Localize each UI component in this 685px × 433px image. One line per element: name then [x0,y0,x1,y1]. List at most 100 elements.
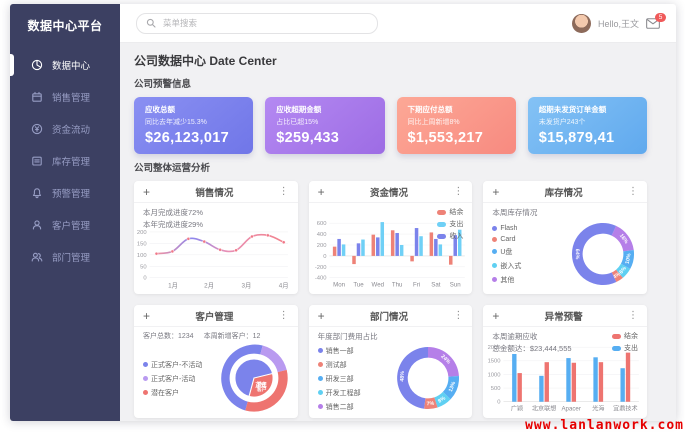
add-icon[interactable]: + [318,310,325,322]
add-icon[interactable]: + [492,186,499,198]
main-area: Hello,王文 5 公司数据中心 Date Center 公司预警信息 应收总… [120,4,676,421]
svg-text:3月: 3月 [241,281,251,289]
more-options-icon[interactable]: ⋮ [628,187,638,197]
legend-label: 正式客户-不活动 [151,360,202,370]
sidebar-item-funds[interactable]: 资金流动 [10,113,120,145]
chart-notes: 本周库存情况 [492,207,537,219]
legend-marker [492,277,497,282]
sidebar-item-label: 预警管理 [52,186,90,200]
alert-card-title: 超期未发货订单金额 [539,104,636,115]
sidebar-item-alerts[interactable]: 预警管理 [10,177,120,209]
legend-item[interactable]: 正式客户-不活动 [143,360,202,370]
svg-text:400: 400 [316,232,326,238]
svg-text:150: 150 [137,241,147,247]
sidebar-item-label: 销售管理 [52,90,90,104]
alert-card-value: $26,123,017 [145,130,242,146]
user-icon [31,219,43,231]
mail-button[interactable]: 5 [646,18,660,29]
sidebar-item-sales[interactable]: 销售管理 [10,81,120,113]
search-input[interactable] [161,17,368,29]
more-options-icon[interactable]: ⋮ [453,187,463,197]
alert-cards-row: 应收总额 同比去年减少15.3% $26,123,017 应收超期金额 占比已超… [134,97,647,154]
chart-card-sales: + 销售情况 ⋮ 本月完成进度72% 本年完成进度29% 20015010050… [134,181,298,294]
alert-card-subtitle: 同比去年减少15.3% [145,117,242,127]
legend-label: 嵌入式 [500,261,521,271]
legend-label: 销售一部 [326,346,354,356]
chart-notes: 本月完成进度72% 本年完成进度29% [143,207,203,230]
svg-text:50: 50 [140,264,147,270]
add-icon[interactable]: + [143,186,150,198]
card-title: 客户管理 [150,309,279,323]
svg-text:7%: 7% [427,400,435,407]
legend-item[interactable]: 销售一部 [318,346,361,356]
watermark: www.lanlanwork.com [525,418,684,433]
legend-label: 其他 [500,275,514,285]
svg-text:200: 200 [316,243,326,249]
more-options-icon[interactable]: ⋮ [628,311,638,321]
svg-text:1000: 1000 [488,372,502,378]
svg-text:2月: 2月 [204,281,214,289]
sidebar-item-inventory[interactable]: 库存管理 [10,145,120,177]
legend-marker [143,362,148,367]
legend-item[interactable]: 收入 [437,231,463,241]
legend-marker [612,334,621,339]
svg-text:100: 100 [137,253,147,259]
alert-card-value: $259,433 [276,130,373,146]
mail-badge: 5 [655,13,666,22]
avatar[interactable] [572,14,591,33]
alert-card-title: 应收总额 [145,104,242,115]
legend-item[interactable]: 开发工程部 [318,388,361,398]
bell-icon [31,187,43,199]
legend-item[interactable]: 其他 [492,275,521,285]
svg-text:潜在客户: 潜在客户 [255,380,266,392]
sidebar-item-label: 数据中心 [52,58,90,72]
legend-label: 测试部 [326,360,347,370]
legend-item[interactable]: Card [492,236,521,243]
legend-marker [437,210,446,215]
legend-label: 结余 [624,331,638,341]
alert-card-payables: 下期应付总额 同比上周新增8% $1,553,217 [397,97,516,154]
legend-label: 收入 [449,231,463,241]
chart-card-inventory: + 库存情况 ⋮ 本周库存情况 Flash Card U盘 [483,181,647,294]
alert-card-value: $15,879,41 [539,130,636,146]
svg-text:500: 500 [491,386,501,392]
svg-text:Thu: Thu [392,281,403,288]
svg-text:Mon: Mon [333,281,346,288]
legend-item[interactable]: Flash [492,225,521,232]
sidebar-item-data-center[interactable]: 数据中心 [10,49,120,81]
legend-item[interactable]: 支出 [612,343,638,353]
legend-label: 支出 [449,219,463,229]
calendar-icon [31,91,43,103]
legend-label: 研发三部 [326,374,354,384]
card-title: 部门情况 [325,309,454,323]
more-options-icon[interactable]: ⋮ [453,311,463,321]
sidebar-item-departments[interactable]: 部门管理 [10,241,120,273]
legend-marker [318,348,323,353]
more-options-icon[interactable]: ⋮ [279,311,289,321]
legend-item[interactable]: 测试部 [318,360,361,370]
svg-text:Tue: Tue [353,281,364,288]
legend-item[interactable]: 嵌入式 [492,261,521,271]
content: 公司数据中心 Date Center 公司预警信息 应收总额 同比去年减少15.… [120,43,676,421]
search-box[interactable] [136,13,378,34]
add-icon[interactable]: + [492,310,499,322]
legend-label: 正式客户-活动 [151,374,195,384]
chart-card-funds: + 资金情况 ⋮ 结余 支出 收入 6004002000-200-400MonT… [309,181,473,294]
add-icon[interactable]: + [143,310,150,322]
topbar: Hello,王文 5 [120,4,676,43]
legend-item[interactable]: 正式客户-活动 [143,374,202,384]
legend-item[interactable]: U盘 [492,247,521,257]
svg-text:Fri: Fri [413,281,420,288]
svg-text:48%: 48% [400,370,407,381]
legend-item[interactable]: 结余 [437,207,463,217]
legend-item[interactable]: 销售二部 [318,402,361,412]
legend-item[interactable]: 潜在客户 [143,388,202,398]
legend-marker [437,234,446,239]
legend-item[interactable]: 研发三部 [318,374,361,384]
legend-item[interactable]: 结余 [612,331,638,341]
sidebar-item-customers[interactable]: 客户管理 [10,209,120,241]
svg-text:600: 600 [316,221,326,227]
more-options-icon[interactable]: ⋮ [279,187,289,197]
legend-item[interactable]: 支出 [437,219,463,229]
add-icon[interactable]: + [318,186,325,198]
